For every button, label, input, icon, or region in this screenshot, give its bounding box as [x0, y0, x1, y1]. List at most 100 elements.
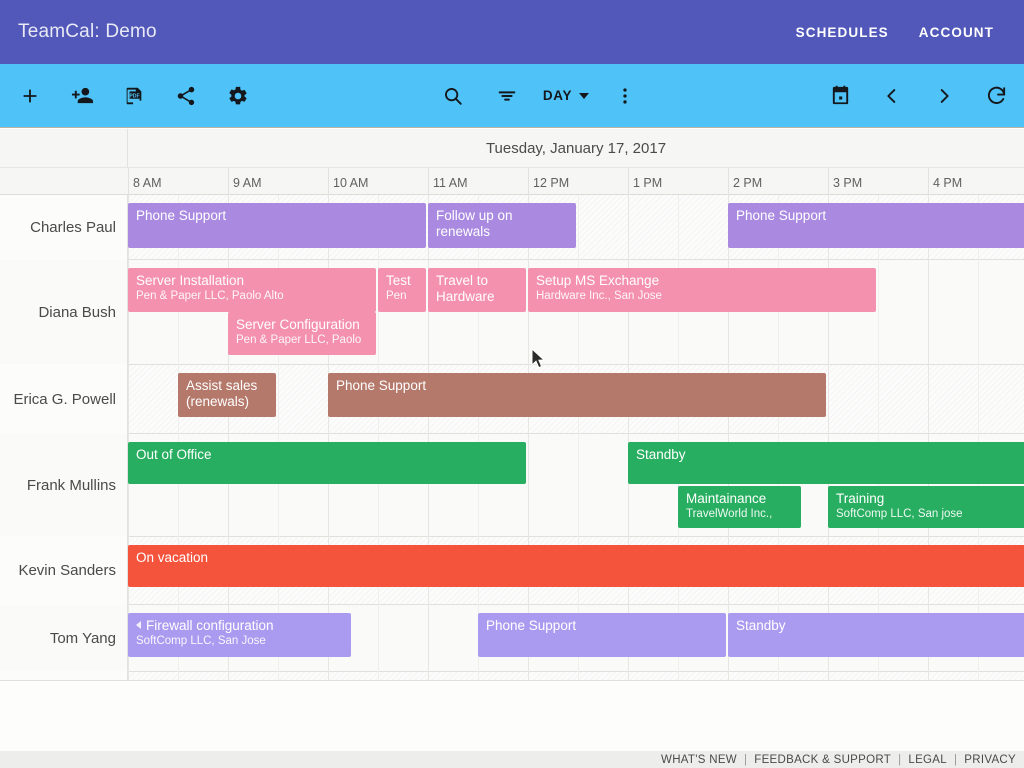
event-title: Test [386, 273, 419, 289]
page-footer: WHAT'S NEW | FEEDBACK & SUPPORT | LEGAL … [0, 751, 1024, 768]
chevron-down-icon [579, 93, 589, 99]
calendar-event[interactable]: Phone Support [728, 203, 1024, 248]
event-subtitle: Hardware Inc., San Jose [536, 289, 869, 304]
time-axis-label: 9 AM [228, 168, 328, 196]
calendar-event[interactable]: Standby [628, 442, 1024, 484]
nav-link-schedules[interactable]: SCHEDULES [796, 25, 889, 40]
calendar-event[interactable]: Phone Support [128, 203, 426, 248]
event-title: Maintainance [686, 491, 794, 507]
share-icon[interactable] [164, 74, 208, 118]
app-bar: TeamCal: Demo SCHEDULES ACCOUNT [0, 0, 1024, 64]
pdf-icon[interactable]: PDF [112, 74, 156, 118]
resource-name[interactable]: Frank Mullins [0, 434, 127, 536]
settings-gear-icon[interactable] [216, 74, 260, 118]
event-title: Phone Support [486, 618, 719, 634]
view-select-label: DAY [543, 88, 572, 103]
add-person-icon[interactable] [60, 74, 104, 118]
calendar-event[interactable]: MaintainanceTravelWorld Inc., [678, 486, 801, 528]
event-title: Out of Office [136, 447, 519, 463]
grid-halfhour-line [878, 195, 879, 680]
nav-link-account[interactable]: ACCOUNT [919, 25, 994, 40]
grid-bottom-pad [0, 680, 1024, 751]
date-header: Tuesday, January 17, 2017 [128, 129, 1024, 167]
event-title: Phone Support [736, 208, 1019, 224]
resource-name[interactable]: Kevin Sanders [0, 537, 127, 604]
time-axis-label: 10 AM [328, 168, 428, 196]
schedule-grid: Charles Paul Phone Support Follow up on re… [0, 195, 1024, 680]
calendar-event[interactable]: Out of Office [128, 442, 526, 484]
event-subtitle: TravelWorld Inc., [686, 507, 794, 522]
event-title: Assist sales (renewals) [186, 378, 269, 410]
event-title: Phone Support [136, 208, 419, 224]
calendar-event[interactable]: Assist sales (renewals) [178, 373, 276, 417]
filter-icon[interactable] [485, 74, 529, 118]
footer-link-whats-new[interactable]: WHAT'S NEW [661, 754, 737, 766]
event-title: On vacation [136, 550, 1019, 566]
calendar-event[interactable]: Setup MS ExchangeHardware Inc., San Jose [528, 268, 876, 312]
refresh-icon[interactable] [974, 74, 1018, 118]
next-icon[interactable] [922, 74, 966, 118]
footer-link-feedback-support[interactable]: FEEDBACK & SUPPORT [754, 754, 891, 766]
time-axis-label: 3 PM [828, 168, 928, 196]
calendar-event[interactable]: On vacation [128, 545, 1024, 587]
previous-icon[interactable] [870, 74, 914, 118]
calendar-event[interactable]: Server ConfigurationPen & Paper LLC, Pao… [228, 312, 376, 355]
schedule-row: Tom YangFirewall configurationSoftComp L… [0, 605, 1024, 672]
toolbar-left-group: PDF [8, 74, 260, 118]
resource-name[interactable]: Diana Bush [0, 260, 127, 364]
event-title: Standby [736, 618, 1019, 634]
toolbar-center-group: DAY [431, 74, 647, 118]
grid-halfhour-line [978, 195, 979, 680]
time-axis-label: 8 AM [128, 168, 228, 196]
grid-hour-line [928, 195, 929, 680]
search-icon[interactable] [431, 74, 475, 118]
resource-name[interactable]: Tom Yang [0, 605, 127, 671]
event-title: Firewall configuration [136, 618, 344, 634]
event-subtitle: Pen & Paper LLC, Paolo [236, 333, 369, 348]
svg-text:PDF: PDF [129, 93, 139, 99]
resource-name[interactable]: Charles Paul [0, 195, 127, 259]
calendar-event[interactable]: TrainingSoftComp LLC, San jose [828, 486, 1024, 528]
event-title: Training [836, 491, 1019, 507]
event-title: Server Configuration [236, 317, 369, 333]
calendar-event[interactable]: Server InstallationPen & Paper LLC, Paol… [128, 268, 376, 312]
time-axis-header: 8 AM9 AM10 AM11 AM12 PM1 PM2 PM3 PM4 PM [0, 167, 1024, 195]
add-icon[interactable] [8, 74, 52, 118]
calendar-event[interactable]: Phone Support [328, 373, 826, 417]
event-title: Standby [636, 447, 1019, 463]
event-subtitle: Pen [386, 289, 419, 304]
event-title: Setup MS Exchange [536, 273, 869, 289]
calendar-event[interactable]: Phone Support [478, 613, 726, 657]
calendar-event[interactable]: Travel to Hardware [428, 268, 526, 312]
event-title: Phone Support [336, 378, 819, 394]
footer-link-privacy[interactable]: PRIVACY [964, 754, 1016, 766]
toolbar-right-group [818, 74, 1018, 118]
schedule-row: Erica G. Powell Assist sales (renewals) Ph… [0, 365, 1024, 434]
event-title: Follow up on renewals [436, 208, 569, 240]
event-subtitle: SoftComp LLC, San Jose [136, 634, 344, 649]
footer-link-legal[interactable]: LEGAL [908, 754, 947, 766]
time-axis-label: 12 PM [528, 168, 628, 196]
view-select[interactable]: DAY [539, 82, 593, 109]
app-title: TeamCal: Demo [18, 21, 157, 43]
schedule-row: Frank Mullins Out of Office Standby Maintai… [0, 434, 1024, 537]
event-continues-left-icon [136, 621, 141, 629]
calendar-event[interactable]: TestPen [378, 268, 426, 312]
event-subtitle: SoftComp LLC, San jose [836, 507, 1019, 522]
event-title: Server Installation [136, 273, 369, 289]
more-vert-icon[interactable] [603, 74, 647, 118]
event-subtitle: Pen & Paper LLC, Paolo Alto [136, 289, 369, 304]
time-axis-label: 4 PM [928, 168, 1024, 196]
schedule-row: Diana BushServer InstallationPen & Paper… [0, 260, 1024, 365]
calendar-today-icon[interactable] [818, 74, 862, 118]
resource-name[interactable]: Erica G. Powell [0, 365, 127, 433]
toolbar: PDF DAY [0, 64, 1024, 128]
event-title: Travel to Hardware [436, 273, 519, 305]
schedule-row: Charles Paul Phone Support Follow up on re… [0, 195, 1024, 260]
calendar-event[interactable]: Follow up on renewals [428, 203, 576, 248]
time-axis-label: 2 PM [728, 168, 828, 196]
calendar-event[interactable]: Standby [728, 613, 1024, 657]
calendar-panel: Tuesday, January 17, 2017 8 AM9 AM10 AM1… [0, 129, 1024, 751]
schedule-row: Kevin Sanders On vacation [0, 537, 1024, 605]
calendar-event[interactable]: Firewall configurationSoftComp LLC, San … [128, 613, 351, 657]
